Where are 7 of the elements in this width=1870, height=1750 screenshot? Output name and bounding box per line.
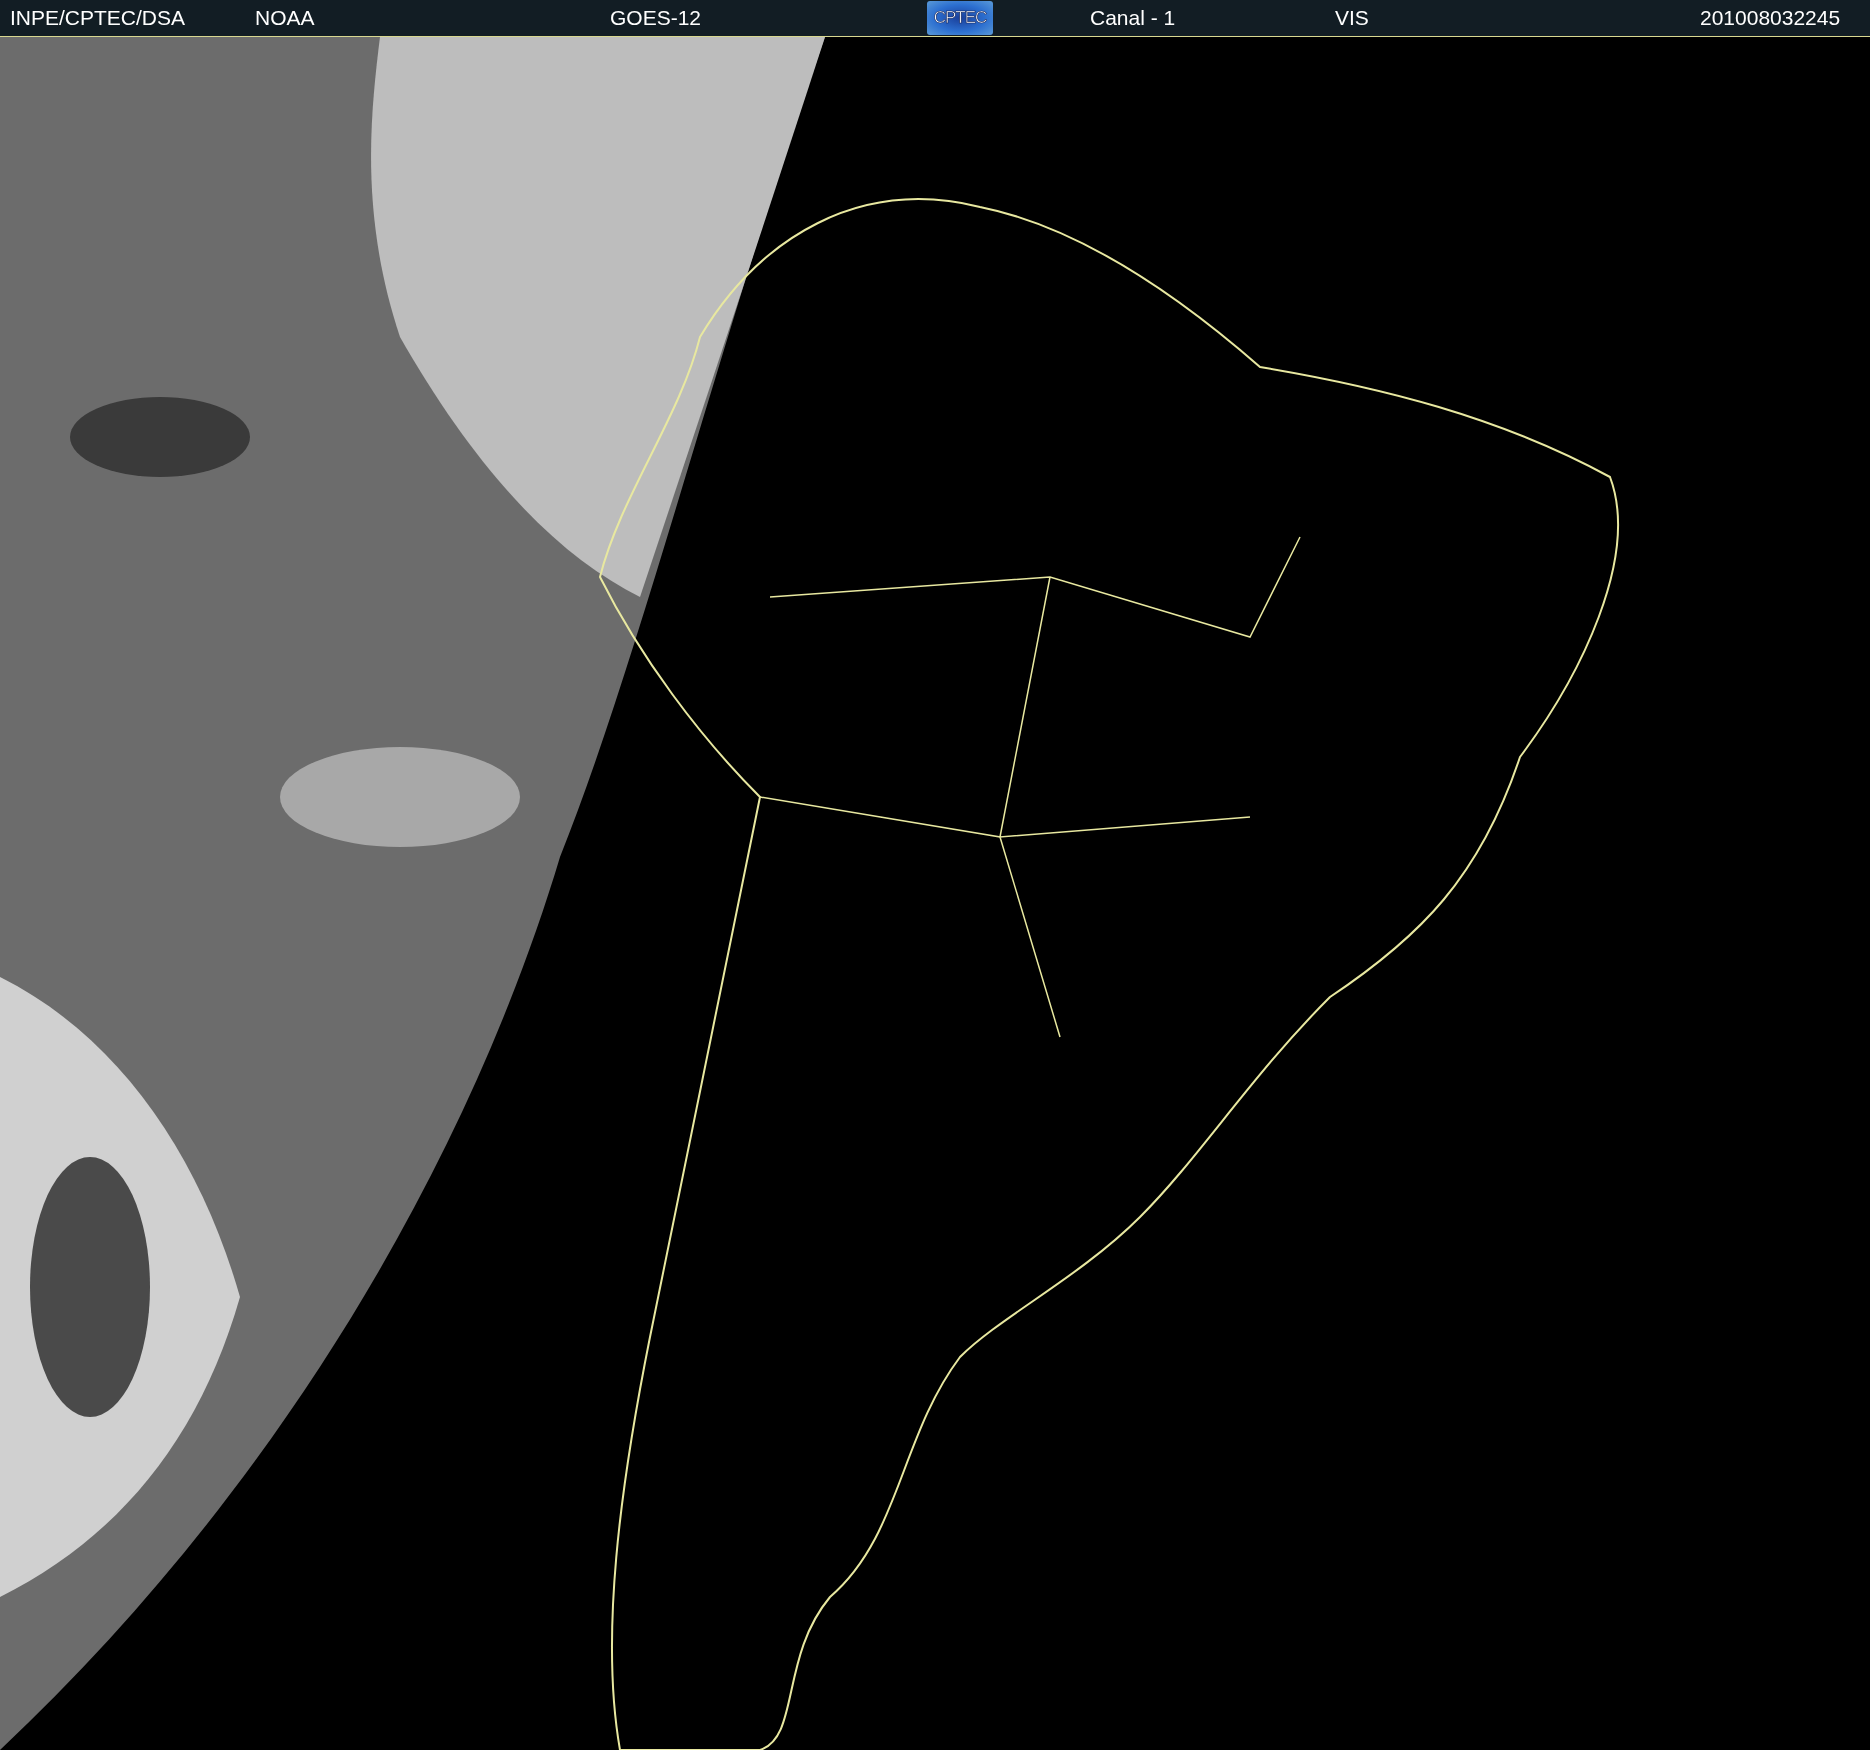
satellite-label: GOES-12 bbox=[610, 6, 703, 30]
agency-label: NOAA bbox=[255, 6, 316, 30]
channel-label: Canal - 1 bbox=[1090, 6, 1177, 30]
source-label: INPE/CPTEC/DSA bbox=[10, 6, 187, 30]
band-label: VIS bbox=[1335, 6, 1370, 30]
timestamp-label: 201008032245 bbox=[1700, 6, 1842, 30]
logo: CPTEC bbox=[927, 1, 993, 35]
